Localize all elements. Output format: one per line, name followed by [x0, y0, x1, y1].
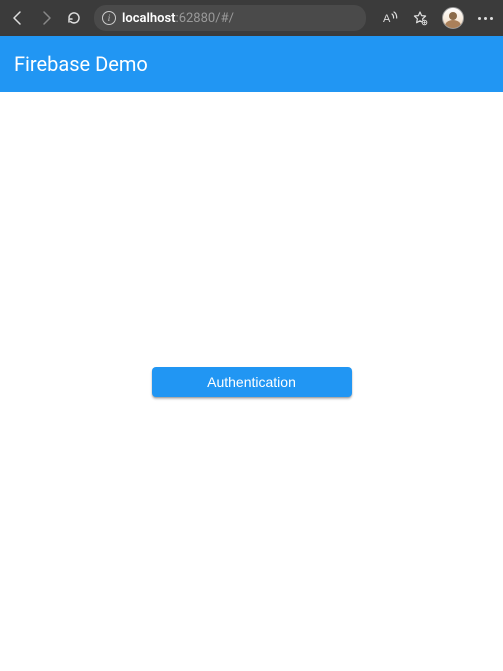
app-bar: Firebase Demo [0, 36, 503, 92]
favorites-icon[interactable] [412, 10, 428, 26]
toolbar-right-cluster: A [382, 7, 493, 29]
forward-icon[interactable] [38, 10, 54, 26]
main-content: Authentication [0, 92, 503, 671]
authentication-button[interactable]: Authentication [152, 367, 352, 397]
info-icon[interactable]: i [102, 11, 116, 25]
profile-avatar[interactable] [442, 7, 464, 29]
more-menu-icon[interactable] [478, 17, 493, 20]
refresh-icon[interactable] [66, 10, 82, 26]
app-title: Firebase Demo [14, 52, 148, 76]
svg-text:A: A [383, 13, 391, 25]
url-path: /#/ [215, 11, 234, 26]
browser-toolbar: i localhost:62880/#/ A [0, 0, 503, 36]
back-icon[interactable] [10, 10, 26, 26]
url-text: localhost:62880/#/ [122, 11, 234, 26]
url-host: localhost [122, 11, 176, 26]
address-bar[interactable]: i localhost:62880/#/ [94, 5, 366, 31]
read-aloud-icon[interactable]: A [382, 10, 398, 26]
url-port: :62880 [176, 11, 216, 26]
